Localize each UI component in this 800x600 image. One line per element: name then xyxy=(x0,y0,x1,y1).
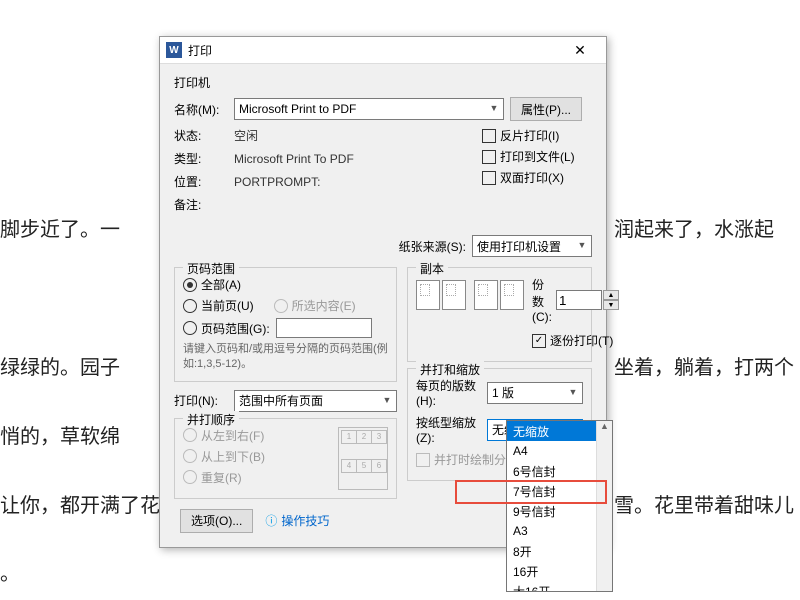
status-label: 状态: xyxy=(174,127,234,144)
info-icon: ⓘ xyxy=(265,512,277,529)
spin-up-icon[interactable]: ▲ xyxy=(603,290,619,300)
where-label: 位置: xyxy=(174,173,234,190)
order-tb-radio: 从上到下(B) xyxy=(183,448,338,465)
range-hint: 请键入页码和/或用逗号分隔的页码范围(例如:1,3,5-12)。 xyxy=(183,342,388,373)
app-icon: W xyxy=(166,42,182,58)
print-what-label: 打印(N): xyxy=(174,392,234,409)
page-range-group: 页码范围 全部(A) 当前页(U) 所选内容(E) 页码范围(G): 请键入页码… xyxy=(174,267,397,382)
range-current-radio[interactable]: 当前页(U) xyxy=(183,297,254,314)
print-what-combo[interactable]: 范围中所有页面▼ xyxy=(234,390,397,412)
copies-spinner[interactable]: ▲▼ xyxy=(556,290,619,310)
range-all-radio[interactable]: 全部(A) xyxy=(183,276,388,293)
titlebar: W 打印 ✕ xyxy=(160,37,606,64)
page-range-title: 页码范围 xyxy=(183,260,239,277)
scale-title: 并打和缩放 xyxy=(416,361,484,378)
copies-group: 副本 份数(C): ▲▼ ✓逐份打印(T) xyxy=(407,267,592,362)
range-pages-radio[interactable]: 页码范围(G): xyxy=(183,318,388,338)
chevron-down-icon: ▼ xyxy=(487,101,501,115)
order-lr-radio: 从左到右(F) xyxy=(183,427,338,444)
tips-link[interactable]: ⓘ操作技巧 xyxy=(265,512,329,529)
range-pages-input[interactable] xyxy=(276,318,372,338)
close-button[interactable]: ✕ xyxy=(560,39,600,61)
print-order-group: 并打顺序 从左到右(F) 从上到下(B) 重复(R) 123456 xyxy=(174,418,397,499)
copies-title: 副本 xyxy=(416,260,448,277)
paper-source-label: 纸张来源(S): xyxy=(399,238,466,255)
scale-to-paper-label: 按纸型缩放(Z): xyxy=(416,414,487,445)
print-to-file-checkbox[interactable]: 打印到文件(L) xyxy=(482,148,592,165)
copies-label: 份数(C): xyxy=(532,276,552,324)
collate-preview xyxy=(416,280,524,310)
spin-down-icon[interactable]: ▼ xyxy=(603,300,619,310)
order-preview: 123456 xyxy=(338,427,388,490)
status-value: 空闲 xyxy=(234,127,258,144)
type-label: 类型: xyxy=(174,150,234,167)
duplex-checkbox[interactable]: 双面打印(X) xyxy=(482,169,592,186)
properties-button[interactable]: 属性(P)... xyxy=(510,97,582,121)
range-selection-radio: 所选内容(E) xyxy=(274,297,356,314)
bg-text: 的脚步近了。一 xyxy=(0,214,120,246)
paper-source-combo[interactable]: 使用打印机设置▼ xyxy=(472,235,592,257)
options-button[interactable]: 选项(O)... xyxy=(180,509,253,533)
dropdown-scrollbar[interactable]: ▲ xyxy=(596,421,612,591)
scale-paper-dropdown[interactable]: 无缩放 A4 6号信封 7号信封 9号信封 A3 8开 16开 大16开 32开… xyxy=(506,420,613,592)
scroll-up-icon[interactable]: ▲ xyxy=(597,421,612,431)
bg-text: ，绿绿的。园子 xyxy=(0,352,120,384)
copies-input[interactable] xyxy=(556,290,602,310)
where-value: PORTPROMPT: xyxy=(234,175,320,189)
printer-name-combo[interactable]: Microsoft Print to PDF▼ xyxy=(234,98,504,120)
pages-per-sheet-label: 每页的版数(H): xyxy=(416,377,487,408)
bg-text: 悄悄的，草软绵 xyxy=(0,421,120,453)
printer-section-label: 打印机 xyxy=(174,74,592,91)
print-order-title: 并打顺序 xyxy=(183,411,239,428)
reverse-print-checkbox[interactable]: 反片打印(I) xyxy=(482,127,592,144)
printer-name-label: 名称(M): xyxy=(174,101,234,118)
chevron-down-icon: ▼ xyxy=(380,393,394,407)
bg-text: 儿。 xyxy=(0,558,20,590)
dialog-title: 打印 xyxy=(188,42,560,59)
chevron-down-icon: ▼ xyxy=(566,385,580,399)
type-value: Microsoft Print To PDF xyxy=(234,152,354,166)
bg-text: 雪。花里带着甜味儿 xyxy=(614,490,794,522)
comment-label: 备注: xyxy=(174,196,234,213)
bg-text: 润起来了，水涨起 xyxy=(614,214,774,246)
order-repeat-radio: 重复(R) xyxy=(183,469,338,486)
collate-checkbox[interactable]: ✓逐份打印(T) xyxy=(532,332,619,349)
bg-text: 坐着，躺着，打两个 xyxy=(614,352,794,384)
chevron-down-icon: ▼ xyxy=(575,238,589,252)
pages-per-sheet-combo[interactable]: 1 版▼ xyxy=(487,382,583,404)
